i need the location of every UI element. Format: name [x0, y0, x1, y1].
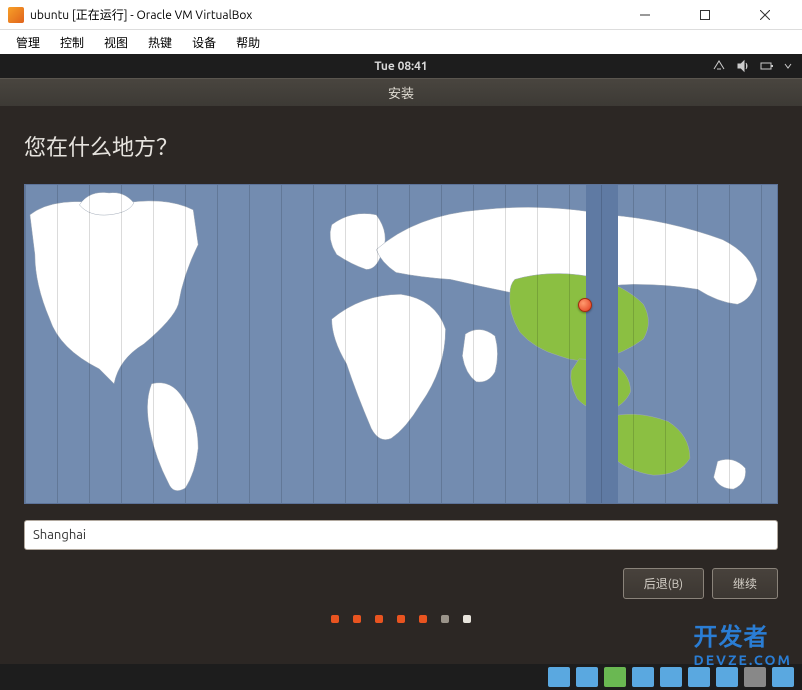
- menu-help[interactable]: 帮助: [228, 32, 268, 53]
- menu-control[interactable]: 控制: [52, 32, 92, 53]
- network-icon[interactable]: [712, 59, 726, 73]
- menu-view[interactable]: 视图: [96, 32, 136, 53]
- menu-devices[interactable]: 设备: [184, 32, 224, 53]
- continue-button[interactable]: 继续: [712, 568, 778, 599]
- dot: [419, 615, 427, 623]
- installer-body: 您在什么地方？ for(let i=0;i<24;i++)document.wr…: [0, 106, 802, 664]
- vm-display: Tue 08:41 安装 您在什么地方？ for(let i=0;i<24;i+…: [0, 54, 802, 690]
- audio-icon[interactable]: [604, 667, 626, 687]
- dot: [353, 615, 361, 623]
- back-button[interactable]: 后退(B): [623, 568, 704, 599]
- dot: [331, 615, 339, 623]
- display-icon[interactable]: [716, 667, 738, 687]
- maximize-button[interactable]: [684, 2, 726, 28]
- watermark-line2: DEVZE.COM: [694, 652, 792, 668]
- menu-manage[interactable]: 管理: [8, 32, 48, 53]
- button-row: 后退(B) 继续: [24, 568, 778, 599]
- minimize-button[interactable]: [624, 2, 666, 28]
- installer-titlebar: 安装: [0, 78, 802, 106]
- dot: [375, 615, 383, 623]
- timezone-map[interactable]: for(let i=0;i<24;i++)document.write('<di…: [24, 184, 778, 504]
- ubuntu-topbar: Tue 08:41: [0, 54, 802, 78]
- battery-icon[interactable]: [760, 59, 774, 73]
- system-tray[interactable]: [712, 59, 792, 73]
- installer-title: 安装: [388, 83, 414, 102]
- close-button[interactable]: [744, 2, 786, 28]
- shared-folder-icon[interactable]: [688, 667, 710, 687]
- recording-icon[interactable]: [744, 667, 766, 687]
- china-region: [510, 274, 649, 361]
- watermark: 开发者 DEVZE.COM: [694, 617, 792, 668]
- window-title: ubuntu [正在运行] - Oracle VM VirtualBox: [30, 6, 624, 23]
- usb-icon[interactable]: [660, 667, 682, 687]
- dot: [397, 615, 405, 623]
- cpu-icon[interactable]: [772, 667, 794, 687]
- location-pin: [578, 298, 592, 312]
- chevron-down-icon[interactable]: [784, 62, 792, 70]
- installer-heading: 您在什么地方？: [24, 130, 778, 162]
- virtualbox-icon: [8, 7, 24, 23]
- location-input[interactable]: [24, 520, 778, 550]
- progress-dots: [24, 615, 778, 623]
- network-status-icon[interactable]: [632, 667, 654, 687]
- clock[interactable]: Tue 08:41: [374, 60, 427, 73]
- timezone-highlight: [586, 185, 618, 503]
- watermark-line1: 开发者: [694, 617, 792, 652]
- hd-icon[interactable]: [548, 667, 570, 687]
- optical-icon[interactable]: [576, 667, 598, 687]
- window-titlebar: ubuntu [正在运行] - Oracle VM VirtualBox: [0, 0, 802, 30]
- virtualbox-statusbar: [0, 664, 802, 690]
- volume-icon[interactable]: [736, 59, 750, 73]
- menu-hotkeys[interactable]: 热键: [140, 32, 180, 53]
- window-controls: [624, 2, 794, 28]
- dot-current: [463, 615, 471, 623]
- dot: [441, 615, 449, 623]
- menubar: 管理 控制 视图 热键 设备 帮助: [0, 30, 802, 54]
